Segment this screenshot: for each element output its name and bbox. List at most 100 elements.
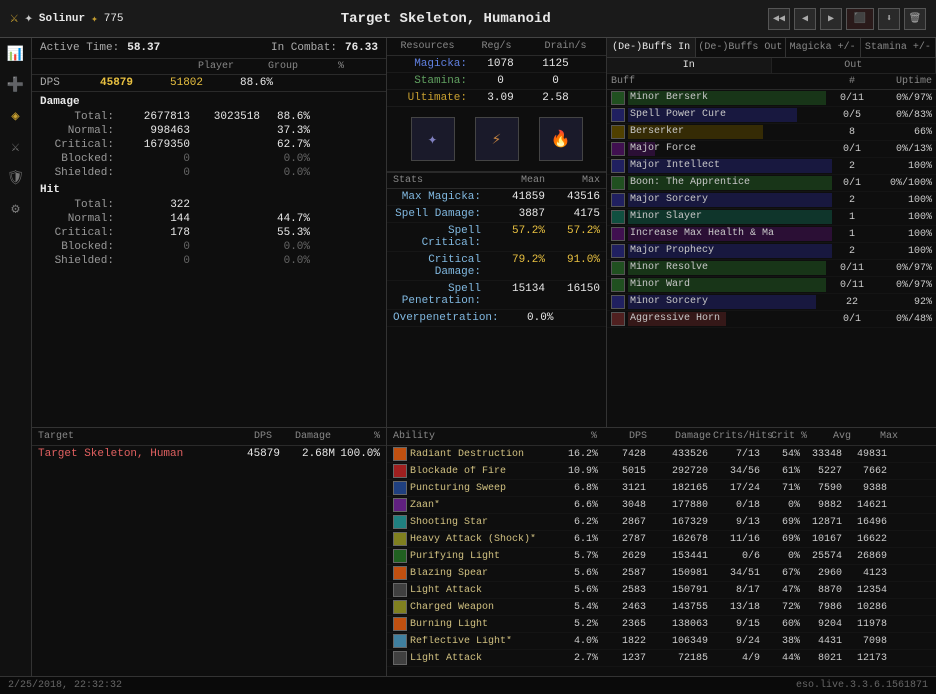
stat-spellpen-label: Spell Penetration: xyxy=(393,283,485,307)
ability-dps: 1237 xyxy=(598,653,646,664)
ability-crits: 9/13 xyxy=(708,517,760,528)
hit-total-label: Total: xyxy=(40,199,120,211)
damage-total-label: Total: xyxy=(40,111,120,123)
ability-damage: 162678 xyxy=(646,534,708,545)
tab-magicka[interactable]: Magicka +/- xyxy=(786,38,861,57)
ability-avg: 7590 xyxy=(800,483,842,494)
buff-icon xyxy=(611,176,625,190)
buff-name: Major Sorcery xyxy=(628,194,710,205)
stat-overpen-max xyxy=(553,312,600,324)
buff-name: Spell Power Cure xyxy=(628,109,728,120)
main-panels: Active Time: 58.37 In Combat: 76.33 Play… xyxy=(32,38,936,694)
damage-section: Damage xyxy=(32,92,386,110)
damage-normal-label: Normal: xyxy=(40,125,120,137)
buff-num: 1 xyxy=(832,212,872,223)
cp-level: 775 xyxy=(104,13,124,25)
stats-max-label: Max xyxy=(545,175,600,186)
ah-critpct: Crit % xyxy=(767,431,807,442)
stat-overpen-label: Overpenetration: xyxy=(393,312,503,324)
buff-uptime: 0%/100% xyxy=(872,178,932,189)
buff-name: Major Intellect xyxy=(628,160,722,171)
sidebar-icon-chart[interactable]: 📊 xyxy=(7,46,24,63)
col-player: Player xyxy=(198,61,268,72)
ability-critpct: 47% xyxy=(760,585,800,596)
sidebar-icon-plus[interactable]: ➕ xyxy=(7,77,24,94)
th-pct: % xyxy=(335,431,380,442)
ability-row[interactable]: Blazing Spear 5.6% 2587 150981 34/51 67%… xyxy=(387,565,936,582)
buffs-col-header: Buff # Uptime xyxy=(607,74,936,90)
damage-critical-pct: 62.7% xyxy=(260,139,310,151)
nav-save[interactable]: ⬇ xyxy=(878,8,900,30)
ability-damage: 292720 xyxy=(646,466,708,477)
sidebar-icon-active[interactable]: ◈ xyxy=(11,108,19,125)
nav-delete[interactable]: 🗑 xyxy=(904,8,926,30)
buffsub-in[interactable]: In xyxy=(607,58,772,73)
ability-pct: 6.6% xyxy=(556,500,598,511)
ability-critpct: 71% xyxy=(760,483,800,494)
dps-row: DPS 45879 51802 88.6% xyxy=(32,75,386,92)
ability-row[interactable]: Reflective Light* 4.0% 1822 106349 9/24 … xyxy=(387,633,936,650)
ability-name: Purifying Light xyxy=(410,551,556,562)
ability-avg: 25574 xyxy=(800,551,842,562)
ability-row[interactable]: Puncturing Sweep 6.8% 3121 182165 17/24 … xyxy=(387,480,936,497)
ability-avg: 5227 xyxy=(800,466,842,477)
reg-label: Reg/s xyxy=(462,41,531,52)
ability-icon-3: 🔥 xyxy=(539,117,583,161)
buff-icon xyxy=(611,159,625,173)
nav-prev[interactable]: ◀ xyxy=(794,8,816,30)
ability-icon xyxy=(393,617,407,631)
stat-critdamage-max: 91.0% xyxy=(545,254,600,278)
ability-row[interactable]: Radiant Destruction 16.2% 7428 433526 7/… xyxy=(387,446,936,463)
damage-total-group: 3023518 xyxy=(190,111,260,123)
hit-critical-row: Critical: 178 55.3% xyxy=(32,226,386,240)
ability-row[interactable]: Burning Light 5.2% 2365 138063 9/15 60% … xyxy=(387,616,936,633)
ability-name: Blockade of Fire xyxy=(410,466,556,477)
sidebar-icon-gear[interactable]: ⚙ xyxy=(11,201,19,218)
ability-max: 16496 xyxy=(842,517,887,528)
buffsub-out[interactable]: Out xyxy=(772,58,936,73)
buff-bar-container: Increase Max Health & Ma xyxy=(628,227,832,241)
sidebar-icon-shield[interactable]: 🛡 xyxy=(7,170,25,187)
ability-row[interactable]: Light Attack 5.6% 2583 150791 8/17 47% 8… xyxy=(387,582,936,599)
buff-row: Major Intellect2100% xyxy=(607,158,936,175)
nav-next[interactable]: ▶ xyxy=(820,8,842,30)
buff-num: 0/11 xyxy=(832,263,872,274)
in-combat-label: In Combat: xyxy=(271,42,337,54)
buff-uptime: 100% xyxy=(872,212,932,223)
buff-uptime: 0%/97% xyxy=(872,263,932,274)
damage-normal-player: 998463 xyxy=(120,125,190,137)
target-row[interactable]: Target Skeleton, Human 45879 2.68M 100.0… xyxy=(32,446,386,462)
target-damage: 2.68M xyxy=(280,448,335,460)
buff-bar-container: Minor Resolve xyxy=(628,261,832,275)
magicka-drain: 1125 xyxy=(528,58,583,70)
resources-title: Resources xyxy=(393,41,462,52)
ability-row[interactable]: Zaan* 6.6% 3048 177880 0/18 0% 9882 1462… xyxy=(387,497,936,514)
buff-bar-container: Major Sorcery xyxy=(628,193,832,207)
header: ⚔ ✦ Solinur ✦ 775 Target Skeleton, Human… xyxy=(0,0,936,38)
ability-dps: 2583 xyxy=(598,585,646,596)
ability-row[interactable]: Purifying Light 5.7% 2629 153441 0/6 0% … xyxy=(387,548,936,565)
ability-row[interactable]: Shooting Star 6.2% 2867 167329 9/13 69% … xyxy=(387,514,936,531)
ability-row[interactable]: Blockade of Fire 10.9% 5015 292720 34/56… xyxy=(387,463,936,480)
buff-num: 0/5 xyxy=(832,110,872,121)
ability-row[interactable]: Heavy Attack (Shock)* 6.1% 2787 162678 1… xyxy=(387,531,936,548)
tab-debuffs-out[interactable]: (De-)Buffs Out xyxy=(696,38,785,57)
ability-critpct: 61% xyxy=(760,466,800,477)
hit-total-val: 322 xyxy=(120,199,190,211)
buff-name: Increase Max Health & Ma xyxy=(628,228,776,239)
ability-pct: 5.6% xyxy=(556,568,598,579)
buff-num: 2 xyxy=(832,246,872,257)
ability-row[interactable]: Light Attack 2.7% 1237 72185 4/9 44% 802… xyxy=(387,650,936,667)
sidebar-icon-sword[interactable]: ⚔ xyxy=(11,139,19,156)
tab-stamina[interactable]: Stamina +/- xyxy=(861,38,936,57)
ability-max: 12173 xyxy=(842,653,887,664)
tab-debuffs-in[interactable]: (De-)Buffs In xyxy=(607,38,696,57)
nav-prev-prev[interactable]: ◀◀ xyxy=(768,8,790,30)
stamina-label: Stamina: xyxy=(393,75,473,87)
nav-record[interactable]: ⬛ xyxy=(846,8,874,30)
buff-name: Minor Berserk xyxy=(628,92,710,103)
drain-label: Drain/s xyxy=(531,41,600,52)
ability-row[interactable]: Charged Weapon 5.4% 2463 143755 13/18 72… xyxy=(387,599,936,616)
ability-icon xyxy=(393,583,407,597)
buff-uptime: 92% xyxy=(872,297,932,308)
